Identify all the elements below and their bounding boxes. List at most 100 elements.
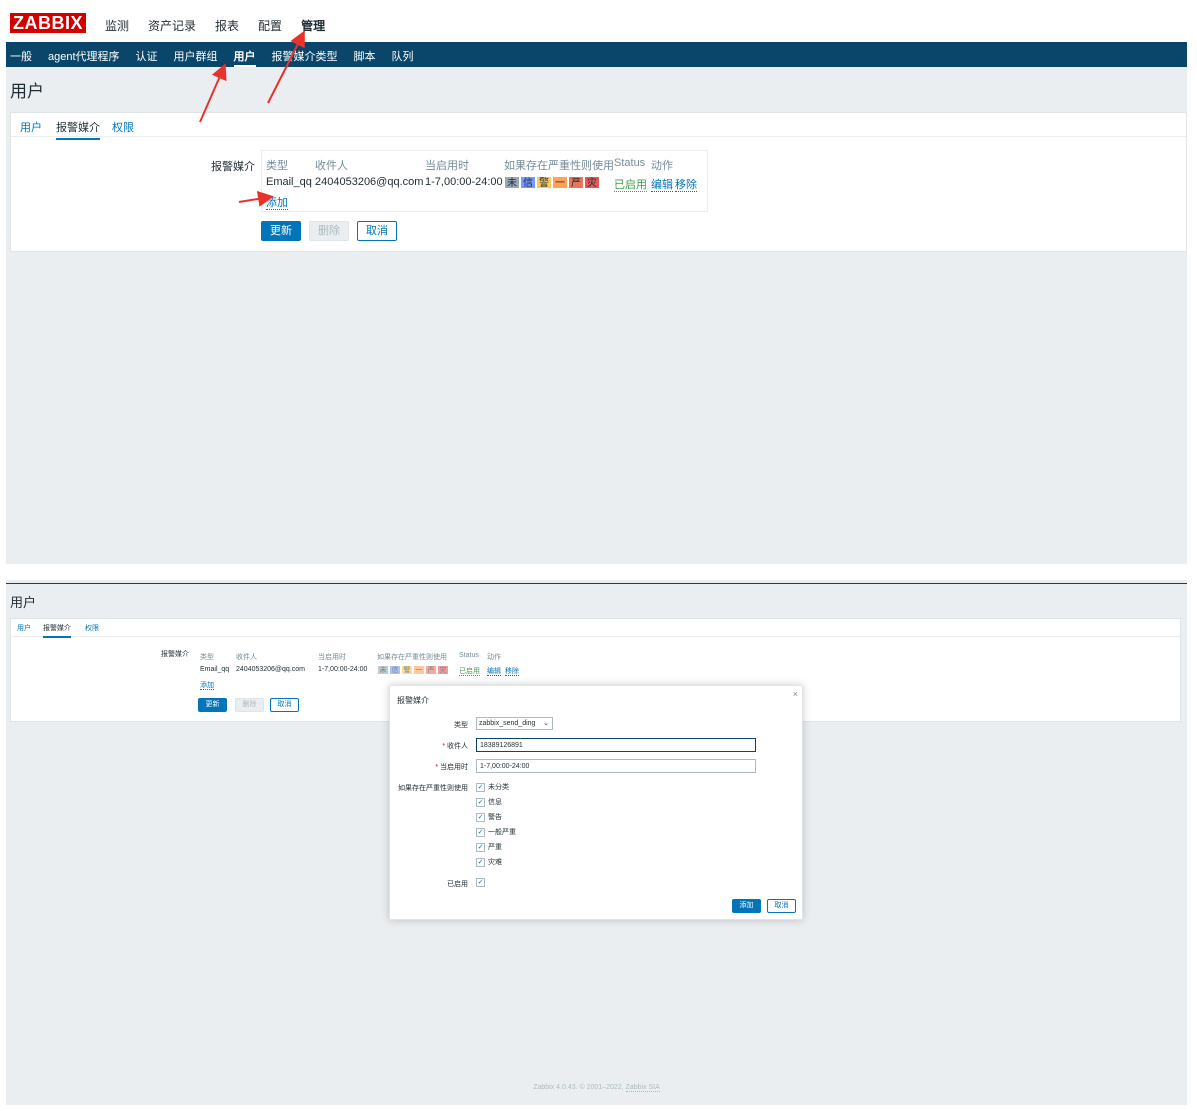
type-select-value: zabbix_send_ding	[479, 720, 536, 727]
check-icon: ✓	[476, 782, 485, 792]
submenu-queue[interactable]: 队列	[392, 48, 414, 67]
dialog-title: 报警媒介	[397, 696, 429, 705]
type-label: 类型	[454, 722, 468, 729]
dialog-cancel-button[interactable]: 取消	[767, 899, 796, 913]
checkbox-average[interactable]: ✓ 一般严重	[476, 827, 516, 837]
checkbox-label: 一般严重	[488, 829, 516, 836]
col-action-2: 动作	[487, 654, 501, 661]
cancel-button[interactable]: 取消	[357, 221, 397, 241]
checkbox-warning[interactable]: ✓ 警告	[476, 812, 502, 822]
check-icon: ✓	[476, 797, 485, 807]
severity-information: 信	[520, 176, 536, 189]
submenu-scripts[interactable]: 脚本	[354, 48, 376, 67]
tab-permissions[interactable]: 权限	[112, 119, 134, 135]
form-tabs: 用户 报警媒介 权限	[11, 113, 1186, 140]
dialog-add-button[interactable]: 添加	[732, 899, 761, 913]
severity-high: 严	[568, 176, 584, 189]
main-menu: 监测 资产记录 报表 配置 管理	[105, 17, 344, 34]
footer-version: Zabbix 4.0.43. © 2001–2022,	[533, 1084, 626, 1091]
severity-warning-2: 警	[401, 665, 413, 675]
update-button-2[interactable]: 更新	[198, 698, 227, 712]
checkbox-enabled[interactable]: ✓	[476, 878, 488, 887]
severity-not-classified-2: 未	[377, 665, 389, 675]
row-recipient-2: 2404053206@qq.com	[236, 666, 305, 673]
menu-reports[interactable]: 报表	[215, 17, 239, 34]
screenshot-panel-1: ZABBIX 监测 资产记录 报表 配置 管理 一般 agent代理程序 认证 …	[6, 4, 1187, 564]
checkbox-label: 信息	[488, 799, 502, 806]
col-severity-2: 如果存在严重性则使用	[377, 654, 447, 661]
row-when-active: 1-7,00:00-24:00	[425, 176, 503, 188]
screenshot-panel-2: 用户 用户 报警媒介 权限 报警媒介 类型 收件人 当启用时 如果存在严重性则使…	[6, 580, 1187, 1105]
cancel-button-2[interactable]: 取消	[270, 698, 299, 712]
severity-label: 如果存在严重性则使用	[398, 785, 468, 792]
menu-inventory[interactable]: 资产记录	[148, 17, 196, 34]
form-tabs-2: 用户 报警媒介 权限	[11, 619, 1180, 638]
tab-media[interactable]: 报警媒介	[56, 119, 100, 140]
severity-disaster-2: 灾	[437, 665, 449, 675]
severity-information-2: 信	[389, 665, 401, 675]
delete-button-2[interactable]: 删除	[235, 698, 264, 712]
submenu-authentication[interactable]: 认证	[136, 48, 158, 67]
chevron-down-icon: ⌄	[543, 720, 549, 727]
severity-disaster: 灾	[584, 176, 600, 189]
severity-warning: 警	[536, 176, 552, 189]
footer: Zabbix 4.0.43. © 2001–2022, Zabbix SIA	[6, 1084, 1187, 1092]
submenu-proxies[interactable]: agent代理程序	[48, 48, 120, 67]
check-icon: ✓	[476, 827, 485, 837]
checkbox-information[interactable]: ✓ 信息	[476, 797, 502, 807]
remove-link[interactable]: 移除	[675, 179, 697, 192]
menu-administration[interactable]: 管理	[301, 17, 325, 34]
severity-not-classified: 未	[504, 176, 520, 189]
menu-configuration[interactable]: 配置	[258, 17, 282, 34]
type-select[interactable]: zabbix_send_ding ⌄	[476, 717, 553, 730]
update-button[interactable]: 更新	[261, 221, 301, 241]
edit-link[interactable]: 编辑	[651, 179, 673, 192]
col-status: Status	[614, 157, 646, 169]
tab-user[interactable]: 用户	[20, 119, 42, 135]
media-field-label-2: 报警媒介	[161, 651, 189, 658]
remove-link-2[interactable]: 移除	[505, 668, 519, 676]
checkbox-high[interactable]: ✓ 严重	[476, 842, 502, 852]
delete-button[interactable]: 删除	[309, 221, 349, 241]
media-field-label: 报警媒介	[211, 161, 255, 173]
severity-high-2: 严	[425, 665, 437, 675]
check-icon: ✓	[476, 878, 485, 887]
row-type-2: Email_qq	[200, 666, 230, 673]
submenu-users[interactable]: 用户	[233, 48, 256, 67]
zabbix-logo[interactable]: ZABBIX	[10, 13, 86, 33]
footer-company-link[interactable]: Zabbix SIA	[625, 1084, 660, 1092]
tab-user-2[interactable]: 用户	[17, 623, 31, 633]
add-media-link[interactable]: 添加	[266, 197, 288, 210]
severity-badges-2: 未 信 警 一 严 灾	[377, 665, 449, 675]
col-when-active: 当启用时	[425, 160, 469, 172]
status-enabled-link-2[interactable]: 已启用	[459, 668, 480, 676]
add-media-link-2[interactable]: 添加	[200, 682, 214, 690]
submenu-general[interactable]: 一般	[10, 48, 32, 67]
col-severity: 如果存在严重性则使用	[504, 160, 614, 172]
recipient-input[interactable]	[476, 738, 756, 752]
submenu-media-types[interactable]: 报警媒介类型	[272, 48, 338, 67]
checkbox-disaster[interactable]: ✓ 灾难	[476, 857, 502, 867]
checkbox-label: 灾难	[488, 859, 502, 866]
edit-link-2[interactable]: 编辑	[487, 668, 501, 676]
status-enabled-link[interactable]: 已启用	[614, 179, 647, 192]
col-type: 类型	[266, 160, 288, 172]
col-type-2: 类型	[200, 654, 214, 661]
menu-monitoring[interactable]: 监测	[105, 17, 129, 34]
close-icon[interactable]: ×	[793, 689, 798, 699]
recipient-label: 收件人	[447, 743, 468, 750]
when-active-input[interactable]	[476, 759, 756, 773]
user-form-card: 用户 报警媒介 权限 报警媒介 类型 收件人 当启用时 如果存在严重性则使用 S…	[10, 112, 1187, 252]
check-icon: ✓	[476, 842, 485, 852]
row-recipient: 2404053206@qq.com	[315, 176, 424, 188]
col-recipient-2: 收件人	[236, 654, 257, 661]
checkbox-not-classified[interactable]: ✓ 未分类	[476, 782, 509, 792]
tab-permissions-2[interactable]: 权限	[85, 623, 99, 633]
col-status-2: Status	[459, 652, 479, 659]
nav-edge-line	[6, 583, 1187, 584]
enabled-label: 已启用	[447, 881, 468, 888]
tab-media-2[interactable]: 报警媒介	[43, 623, 71, 638]
media-table: 类型 收件人 当启用时 如果存在严重性则使用 Status 动作 Email_q…	[261, 150, 708, 212]
sub-menu: 一般 agent代理程序 认证 用户群组 用户 报警媒介类型 脚本 队列	[10, 48, 430, 67]
submenu-user-groups[interactable]: 用户群组	[174, 48, 218, 67]
